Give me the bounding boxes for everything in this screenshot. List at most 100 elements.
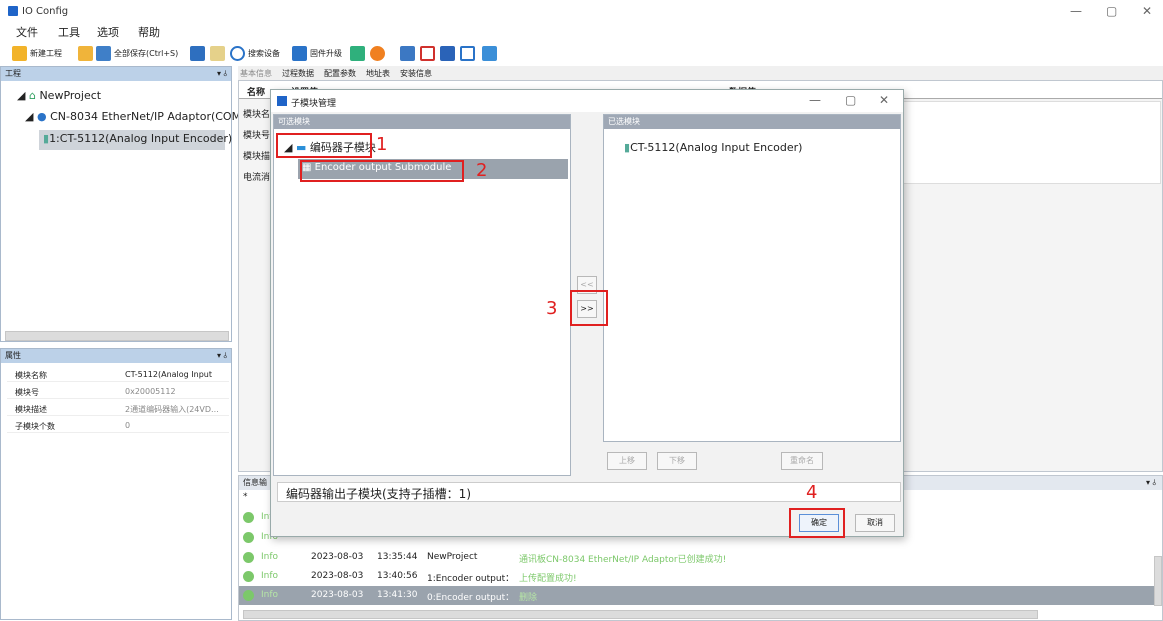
info-h-scrollbar[interactable] [243,610,1038,619]
pin-icon[interactable]: ▾ ⫰ [217,349,227,363]
save-all-button[interactable]: 全部保存(Ctrl+S) [96,44,178,62]
project-panel: 工程 ▾ ⫰ ◢ ⌂ NewProject ◢ ● CN-8034 EtherNe… [0,66,241,342]
property-key: 模块描述 [15,405,47,414]
log-source: 1:Encoder output： [427,574,515,584]
tree-node-adapter[interactable]: ◢ ● CN-8034 EtherNet/IP Adaptor(COM [25,110,241,123]
log-time: 13:41:30 [377,590,418,600]
move-down-button[interactable]: 下移 [657,452,697,470]
app-icon [277,96,287,106]
tab-process-data[interactable]: 过程数据 [282,68,314,79]
minimize-icon[interactable]: — [809,93,821,107]
log-row[interactable]: Info 2023-08-03 13:40:56 1:Encoder output： 上… [239,567,1154,586]
log-row-selected[interactable]: Info 2023-08-03 13:41:30 0:Encoder output： 删… [239,586,1154,605]
monitor-button[interactable] [440,44,455,62]
tree-scrollbar[interactable] [5,331,229,341]
grid-button[interactable] [190,44,205,62]
menu-file[interactable]: 文件 [16,24,38,40]
new-project-icon [12,45,27,61]
info-v-scrollbar[interactable] [1154,556,1162,606]
tab-basic-info[interactable]: 基本信息 [240,68,272,79]
selected-item-label: CT-5112(Analog Input Encoder) [630,141,803,154]
log-time: 13:35:44 [377,552,418,562]
log-filter[interactable]: * [243,492,248,502]
dialog-title: 子模块管理 [291,99,337,109]
grid-row-label: 电流消 [243,173,271,183]
maximize-icon[interactable]: ▢ [1106,4,1117,18]
annotation-box-4 [789,508,845,538]
network-icon: ● [36,110,47,123]
save-all-label: 全部保存(Ctrl+S) [114,48,179,58]
menu-help[interactable]: 帮助 [138,24,160,40]
selected-modules-box: 已选模块 ▮CT-5112(Analog Input Encoder) [603,114,901,442]
annotation-label-1: 1 [376,134,388,155]
firmware-upgrade-button[interactable]: 固件升级 [292,44,342,62]
warning-button[interactable] [370,44,385,62]
export-button[interactable] [482,44,497,62]
log-source: NewProject [427,552,478,562]
property-row: 模块描述 2通道编码器输入(24VD... [7,403,229,416]
move-up-button[interactable]: 上移 [607,452,647,470]
open-button[interactable] [78,44,93,62]
pin-icon[interactable]: ▾ ⫰ [217,67,227,81]
monitor-icon [440,45,455,61]
log-time: 13:40:56 [377,571,418,581]
status-button[interactable] [350,44,365,62]
maximize-icon[interactable]: ▢ [845,93,856,107]
property-panel: 属性 ▾ ⫰ 模块名称 CT-5112(Analog Input 模块号 0x2000… [0,348,232,620]
close-icon[interactable]: ✕ [879,93,889,107]
grid-icon [190,45,205,61]
minimize-icon[interactable]: — [1070,4,1082,18]
menu-options[interactable]: 选项 [97,24,119,40]
log-level: Info [261,590,279,600]
info-status-icon [243,571,254,582]
layout-button[interactable] [400,44,415,62]
folder-icon [78,45,93,61]
property-row: 子模块个数 0 [7,420,229,433]
cancel-button[interactable]: 取消 [855,514,895,532]
log-date: 2023-08-03 [311,552,364,562]
log-message: 通讯板CN-8034 EtherNet/IP Adaptor已创建成功! [519,555,727,565]
info-icon [350,45,365,61]
window-button[interactable] [460,44,475,62]
rename-button[interactable]: 重命名 [781,452,823,470]
window-title: IO Config [22,6,69,17]
property-key: 子模块个数 [15,422,55,431]
tab-install-info[interactable]: 安装信息 [400,68,432,79]
annotation-label-3: 3 [546,298,558,319]
pin-icon[interactable]: ▾ ⫰ [1146,476,1156,490]
menu-tools[interactable]: 工具 [58,24,80,40]
delete-button[interactable] [420,44,435,62]
property-panel-header: 属性 ▾ ⫰ [1,349,231,363]
annotation-box-1 [276,133,372,158]
close-icon[interactable]: ✕ [1142,4,1152,18]
settings-button[interactable] [210,44,225,62]
property-key: 模块名称 [15,371,47,380]
tree-node-module[interactable]: ▮1:CT-5112(Analog Input Encoder) [39,130,232,150]
new-project-button[interactable]: 新建工程 [12,44,62,62]
tab-address-table[interactable]: 地址表 [366,68,390,79]
info-status-icon [243,552,254,563]
property-panel-title: 属性 [5,351,21,360]
grid-row-label: 模块名 [243,110,271,120]
log-date: 2023-08-03 [311,571,364,581]
app-icon [8,6,18,16]
grid-data-cells [903,101,1161,184]
project-panel-header: 工程 ▾ ⫰ [1,67,231,81]
selected-modules-header: 已选模块 [604,115,900,129]
search-device-button[interactable]: 搜索设备 [230,44,280,62]
log-level: Info [261,552,279,562]
home-icon: ⌂ [28,89,36,102]
property-row: 模块名称 CT-5112(Analog Input [7,369,229,382]
info-status-icon [243,590,254,601]
property-value: 2通道编码器输入(24VD... [125,405,219,414]
tree-node-project[interactable]: ◢ ⌂ NewProject [17,89,101,102]
tab-config-params[interactable]: 配置参数 [324,68,356,79]
selected-item[interactable]: ▮CT-5112(Analog Input Encoder) [624,141,802,154]
log-message: 上传配置成功! [519,574,577,584]
property-value: 0 [125,421,131,430]
window-icon [460,45,475,61]
log-row[interactable]: Info 2023-08-03 13:35:44 NewProject 通讯板CN-80… [239,548,1154,567]
annotation-box-2 [300,160,464,182]
search-device-label: 搜索设备 [248,48,280,58]
new-project-label: 新建工程 [30,48,62,58]
